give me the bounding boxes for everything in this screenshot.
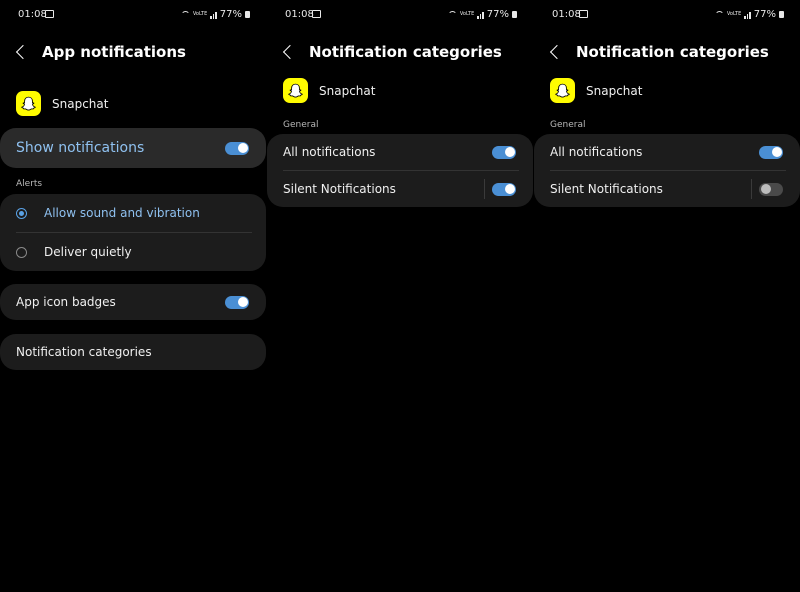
categories-card: All notifications Silent Notifications	[267, 134, 533, 207]
wifi-icon	[180, 11, 190, 18]
alert-option-label: Deliver quietly	[44, 245, 132, 259]
status-bar: 01:08 VoLTE 77%	[16, 6, 250, 22]
alerts-card: Allow sound and vibration Deliver quietl…	[0, 194, 266, 271]
app-name: Snapchat	[586, 83, 643, 98]
alert-option-sound[interactable]: Allow sound and vibration	[0, 194, 266, 232]
app-icon-badges-row[interactable]: App icon badges	[0, 284, 266, 320]
all-notifications-label: All notifications	[283, 145, 376, 159]
general-section-header: General	[550, 120, 586, 130]
wifi-icon	[447, 11, 457, 18]
battery-percent: 77%	[486, 9, 509, 20]
page-title: Notification categories	[576, 43, 769, 61]
all-notifications-toggle[interactable]	[759, 145, 783, 159]
volte-indicator: VoLTE	[459, 11, 475, 17]
alert-option-label: Allow sound and vibration	[44, 206, 200, 220]
image-notification-icon	[312, 10, 321, 18]
status-bar: 01:08 VoLTE 77%	[283, 6, 517, 22]
back-arrow-icon[interactable]	[15, 44, 31, 60]
categories-card: All notifications Silent Notifications	[534, 134, 800, 207]
page-title: App notifications	[42, 43, 186, 61]
notification-categories-label: Notification categories	[16, 345, 152, 359]
battery-icon	[512, 11, 517, 18]
status-time: 01:08	[18, 9, 47, 20]
status-time: 01:08	[285, 9, 314, 20]
snapchat-logo-icon	[550, 78, 575, 103]
battery-percent: 77%	[753, 9, 776, 20]
alerts-section-header: Alerts	[16, 179, 43, 189]
battery-icon	[779, 11, 784, 18]
app-bar: App notifications	[14, 40, 186, 64]
toggle-separator	[484, 179, 485, 199]
app-bar: Notification categories	[548, 40, 769, 64]
show-notifications-toggle[interactable]	[225, 141, 249, 155]
signal-icon	[477, 11, 484, 19]
image-notification-icon	[579, 10, 588, 18]
app-icon-badges-toggle[interactable]	[225, 295, 249, 309]
status-time: 01:08	[552, 9, 581, 20]
general-section-header: General	[283, 120, 319, 130]
app-icon-badges-label: App icon badges	[16, 295, 116, 309]
silent-notifications-label: Silent Notifications	[550, 182, 663, 196]
app-bar: Notification categories	[281, 40, 502, 64]
battery-icon	[245, 11, 250, 18]
volte-indicator: VoLTE	[726, 11, 742, 17]
silent-notifications-toggle[interactable]	[492, 182, 516, 196]
app-name: Snapchat	[319, 83, 376, 98]
show-notifications-row[interactable]: Show notifications	[0, 128, 266, 168]
silent-notifications-row[interactable]: Silent Notifications	[534, 171, 800, 207]
notification-categories-screen: 01:08 VoLTE 77% Notification categories …	[267, 0, 533, 592]
toggle-separator	[751, 179, 752, 199]
notification-categories-row[interactable]: Notification categories	[0, 334, 266, 370]
radio-unselected[interactable]	[16, 246, 27, 258]
back-arrow-icon[interactable]	[549, 44, 565, 60]
app-header: Snapchat	[283, 78, 375, 103]
all-notifications-row[interactable]: All notifications	[267, 134, 533, 170]
wifi-icon	[714, 11, 724, 18]
show-notifications-label: Show notifications	[16, 140, 145, 156]
all-notifications-row[interactable]: All notifications	[534, 134, 800, 170]
notification-categories-screen-updated: 01:08 VoLTE 77% Notification categories …	[534, 0, 800, 592]
battery-percent: 77%	[219, 9, 242, 20]
silent-notifications-row[interactable]: Silent Notifications	[267, 171, 533, 207]
image-notification-icon	[45, 10, 54, 18]
status-bar: 01:08 VoLTE 77%	[550, 6, 784, 22]
all-notifications-label: All notifications	[550, 145, 643, 159]
silent-notifications-label: Silent Notifications	[283, 182, 396, 196]
app-name: Snapchat	[52, 96, 109, 111]
app-header: Snapchat	[550, 78, 642, 103]
radio-selected[interactable]	[16, 207, 27, 219]
page-title: Notification categories	[309, 43, 502, 61]
app-header: Snapchat	[16, 91, 108, 116]
back-arrow-icon[interactable]	[282, 44, 298, 60]
snapchat-logo-icon	[16, 91, 41, 116]
signal-icon	[210, 11, 217, 19]
silent-notifications-toggle[interactable]	[759, 182, 783, 196]
app-notifications-screen: 01:08 VoLTE 77% App notifications Snapch…	[0, 0, 266, 592]
alert-option-quiet[interactable]: Deliver quietly	[0, 233, 266, 271]
snapchat-logo-icon	[283, 78, 308, 103]
volte-indicator: VoLTE	[192, 11, 208, 17]
all-notifications-toggle[interactable]	[492, 145, 516, 159]
signal-icon	[744, 11, 751, 19]
